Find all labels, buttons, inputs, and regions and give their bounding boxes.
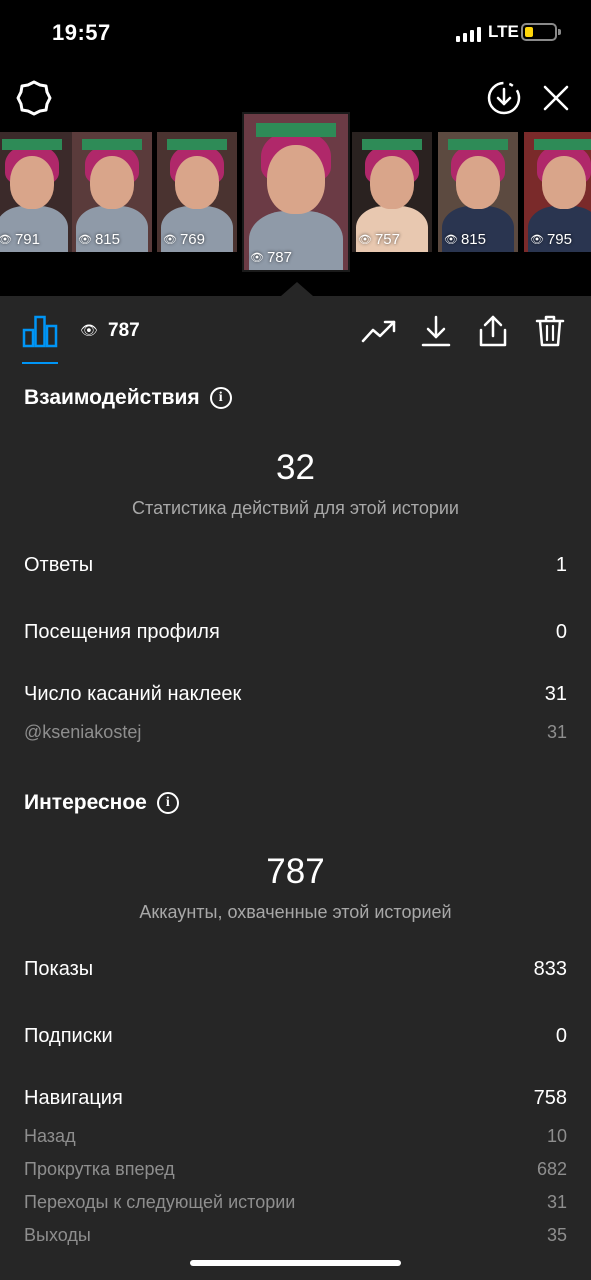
insights-toolbar: 👁 787 (0, 296, 591, 366)
story-thumbnail[interactable]: 👁 815 (72, 132, 152, 252)
eye-icon: 👁 (530, 234, 544, 246)
active-tab-indicator (22, 362, 58, 364)
download-circle-icon[interactable] (484, 78, 524, 118)
story-thumbnail[interactable]: 👁 757 (352, 132, 432, 252)
stat-label: Посещения профиля (24, 621, 220, 643)
stat-row-follows: Подписки 0 (24, 1025, 567, 1048)
discovery-title: Интересное (24, 791, 147, 814)
stat-subrow-sticker-mention[interactable]: @kseniakostej 31 (24, 722, 567, 743)
story-views: 787 (266, 249, 292, 266)
discovery-header: Интересное i (24, 791, 179, 815)
stat-value: 758 (533, 1087, 567, 1109)
stat-subrow-exits: Выходы 35 (24, 1225, 567, 1246)
eye-icon: 👁 (163, 234, 177, 246)
gear-icon[interactable] (14, 78, 54, 118)
stat-row-impressions: Показы 833 (24, 958, 567, 981)
bar-chart-icon[interactable] (21, 312, 59, 350)
stat-value: 31 (544, 683, 567, 705)
stat-row-replies: Ответы 1 (24, 554, 567, 577)
discovery-total: 787 (266, 852, 325, 891)
home-indicator[interactable] (190, 1260, 401, 1266)
stat-row-profile-visits: Посещения профиля 0 (24, 621, 567, 644)
stat-value: 833 (533, 958, 567, 980)
stat-value: 682 (536, 1159, 567, 1179)
story-view-count: 👁 787 (250, 249, 292, 266)
download-icon[interactable] (417, 312, 455, 350)
stat-label: Переходы к следующей истории (24, 1192, 296, 1212)
stat-value: 31 (546, 722, 567, 742)
story-views: 791 (14, 231, 40, 248)
eye-icon: 👁 (444, 234, 458, 246)
story-views: 757 (374, 231, 400, 248)
stat-label: Показы (24, 958, 94, 980)
story-views: 815 (94, 231, 120, 248)
status-bar: 19:57 LTE (0, 0, 591, 66)
interactions-caption: Статистика действий для этой истории (132, 498, 459, 518)
stat-value: 0 (555, 621, 567, 643)
story-thumbnail[interactable]: 👁 769 (157, 132, 237, 252)
active-story-pointer (281, 282, 313, 296)
stat-label: Число касаний наклеек (24, 683, 242, 705)
interactions-title: Взаимодействия (24, 386, 200, 409)
eye-icon: 👁 (0, 234, 12, 246)
story-view-count: 👁 795 (530, 231, 572, 248)
stat-label: @kseniakostej (24, 722, 142, 742)
story-views: 815 (460, 231, 486, 248)
story-view-count: 👁 769 (163, 231, 205, 248)
stat-value: 0 (555, 1025, 567, 1047)
stat-label: Навигация (24, 1087, 123, 1109)
stat-row-navigation: Навигация 758 (24, 1087, 567, 1110)
eye-icon: 👁 (250, 252, 264, 264)
stat-row-sticker-taps: Число касаний наклеек 31 (24, 683, 567, 706)
info-icon[interactable]: i (209, 387, 232, 409)
story-view-count: 👁 791 (0, 231, 40, 248)
eye-icon: 👁 (358, 234, 372, 246)
eye-icon: 👁 (78, 234, 92, 246)
stat-label: Назад (24, 1126, 76, 1146)
battery-icon (521, 23, 561, 41)
story-views: 795 (546, 231, 572, 248)
battery-level (525, 27, 534, 37)
stat-subrow-back: Назад 10 (24, 1126, 567, 1147)
share-icon[interactable] (474, 312, 512, 350)
story-views: 769 (179, 231, 205, 248)
stat-value: 31 (546, 1192, 567, 1212)
story-view-count: 👁 815 (444, 231, 486, 248)
story-strip: 👁 791 👁 815 👁 769 👁 787 👁 757 👁 815 👁 795 (0, 112, 591, 274)
interactions-header: Взаимодействия i (24, 386, 232, 410)
stat-value: 1 (555, 554, 567, 576)
story-view-count: 👁 757 (358, 231, 400, 248)
stat-value: 35 (546, 1225, 567, 1245)
story-view-count: 👁 815 (78, 231, 120, 248)
stat-label: Прокрутка вперед (24, 1159, 175, 1179)
stat-label: Подписки (24, 1025, 113, 1047)
stat-label: Ответы (24, 554, 94, 576)
clock: 19:57 (52, 20, 111, 45)
stat-subrow-next-story: Переходы к следующей истории 31 (24, 1192, 567, 1213)
trash-icon[interactable] (531, 312, 569, 350)
interactions-total: 32 (276, 448, 315, 487)
stat-label: Выходы (24, 1225, 91, 1245)
story-thumbnail[interactable]: 👁 791 (0, 132, 72, 252)
signal-icon (456, 26, 482, 42)
network-type: LTE (488, 22, 519, 41)
story-thumbnail[interactable]: 👁 795 (524, 132, 591, 252)
views-count: 787 (108, 320, 140, 341)
eye-icon: 👁 (80, 322, 98, 338)
close-icon[interactable] (536, 78, 576, 118)
trending-icon[interactable] (360, 312, 398, 350)
info-icon[interactable]: i (156, 792, 179, 814)
story-thumbnail[interactable]: 👁 815 (438, 132, 518, 252)
stat-subrow-forward: Прокрутка вперед 682 (24, 1159, 567, 1180)
insights-panel: 👁 787 Взаимодействия i 32 Статистика дей… (0, 296, 591, 1280)
story-thumbnail[interactable]: 👁 787 (242, 112, 350, 272)
discovery-caption: Аккаунты, охваченные этой историей (139, 902, 452, 922)
stat-value: 10 (546, 1126, 567, 1146)
